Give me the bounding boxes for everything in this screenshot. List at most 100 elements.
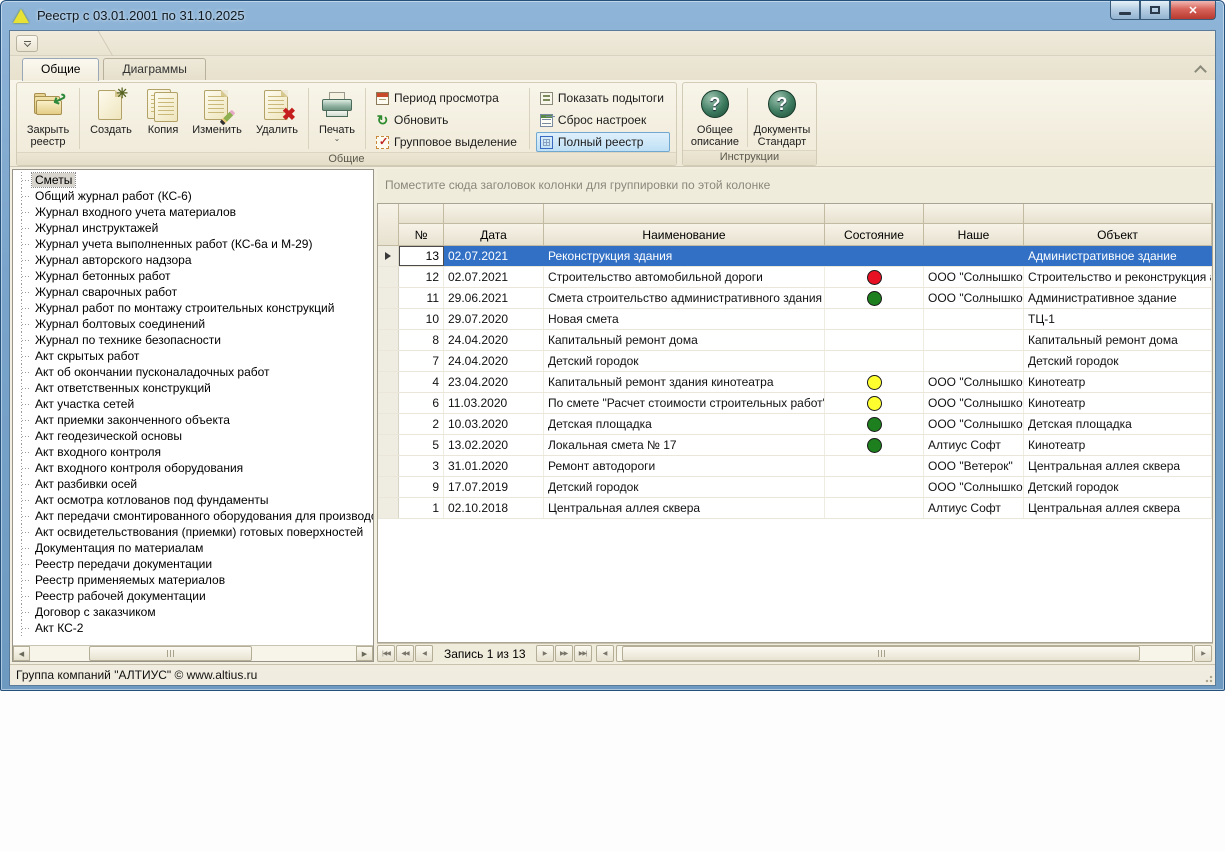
minimize-button[interactable] <box>1110 1 1140 20</box>
grid-scroll-right-icon[interactable]: ▶ <box>1194 645 1212 662</box>
cell-date[interactable]: 29.07.2020 <box>444 309 544 329</box>
cell-status[interactable] <box>825 372 924 392</box>
cell-object[interactable]: Кинотеатр <box>1024 372 1212 392</box>
cell-object[interactable]: Административное здание <box>1024 288 1212 308</box>
cell-num[interactable]: 3 <box>399 456 444 476</box>
scroll-right-icon[interactable]: ▶ <box>356 646 373 661</box>
nav-first-button[interactable]: |◀◀ <box>377 645 395 662</box>
cell-our[interactable]: ООО "Ветерок" <box>924 456 1024 476</box>
reset-settings-button[interactable]: Сброс настроек <box>536 110 670 130</box>
cell-date[interactable]: 29.06.2021 <box>444 288 544 308</box>
cell-num[interactable]: 7 <box>399 351 444 371</box>
group-selection-button[interactable]: Групповое выделение <box>372 132 523 152</box>
tree-item[interactable]: Журнал болтовых соединений <box>19 316 373 332</box>
column-header-3[interactable]: Состояние <box>825 224 924 245</box>
tree-item[interactable]: Сметы <box>19 172 373 188</box>
nav-prev-page-button[interactable]: ◀◀ <box>396 645 414 662</box>
tree-item[interactable]: Журнал работ по монтажу строительных кон… <box>19 300 373 316</box>
table-row[interactable]: 1029.07.2020Новая смета ТЦ-1 <box>378 309 1212 330</box>
tree-item[interactable]: Акт участка сетей <box>19 396 373 412</box>
cell-name[interactable]: Строительство автомобильной дороги <box>544 267 825 287</box>
cell-our[interactable]: Алтиус Софт <box>924 498 1024 518</box>
cell-our[interactable] <box>924 330 1024 350</box>
cell-name[interactable]: Детский городок <box>544 351 825 371</box>
cell-object[interactable]: Детский городок <box>1024 351 1212 371</box>
cell-status[interactable] <box>825 351 924 371</box>
tree-item[interactable]: Журнал авторского надзора <box>19 252 373 268</box>
cell-num[interactable]: 10 <box>399 309 444 329</box>
table-row[interactable]: 210.03.2020Детская площадкаООО "Солнышко… <box>378 414 1212 435</box>
close-registry-button[interactable]: ↩ Закрыть реестр <box>19 85 77 152</box>
cell-status[interactable] <box>825 414 924 434</box>
column-header-4[interactable]: Наше <box>924 224 1024 245</box>
close-button[interactable]: ✕ <box>1170 1 1216 20</box>
table-row[interactable]: 611.03.2020По смете "Расчет стоимости ст… <box>378 393 1212 414</box>
cell-object[interactable]: Центральная аллея сквера <box>1024 456 1212 476</box>
cell-name[interactable]: Капитальный ремонт здания кинотеатра <box>544 372 825 392</box>
cell-name[interactable]: Детская площадка <box>544 414 825 434</box>
group-by-panel[interactable]: Поместите сюда заголовок колонки для гру… <box>377 169 1213 203</box>
cell-name[interactable]: Детский городок <box>544 477 825 497</box>
tree-scroll-track[interactable] <box>30 646 356 661</box>
tree-item[interactable]: Журнал бетонных работ <box>19 268 373 284</box>
table-row[interactable]: 102.10.2018Центральная аллея сквераАлтиу… <box>378 498 1212 519</box>
documents-standard-button[interactable]: ? Документы Стандарт <box>750 85 814 150</box>
cell-status[interactable] <box>825 330 924 350</box>
cell-name[interactable]: Центральная аллея сквера <box>544 498 825 518</box>
tree-item[interactable]: Документация по материалам <box>19 540 373 556</box>
tree-item[interactable]: Реестр передачи документации <box>19 556 373 572</box>
cell-date[interactable]: 17.07.2019 <box>444 477 544 497</box>
cell-status[interactable] <box>825 393 924 413</box>
general-description-button[interactable]: ? Общее описание <box>685 85 745 150</box>
cell-num[interactable]: 12 <box>399 267 444 287</box>
grid-scroll-thumb[interactable] <box>622 646 1140 661</box>
tree-item[interactable]: Акт передачи смонтированного оборудовани… <box>19 508 373 524</box>
tree-item[interactable]: Реестр применяемых материалов <box>19 572 373 588</box>
cell-date[interactable]: 11.03.2020 <box>444 393 544 413</box>
cell-object[interactable]: Административное здание <box>1024 246 1212 266</box>
scroll-left-icon[interactable]: ◀ <box>13 646 30 661</box>
column-header-2[interactable]: Наименование <box>544 224 825 245</box>
cell-name[interactable]: Новая смета <box>544 309 825 329</box>
maximize-button[interactable] <box>1140 1 1170 20</box>
table-row[interactable]: 917.07.2019Детский городокООО "Солнышко"… <box>378 477 1212 498</box>
tab-common[interactable]: Общие <box>22 58 99 81</box>
cell-our[interactable] <box>924 246 1024 266</box>
tree-item[interactable]: Общий журнал работ (КС-6) <box>19 188 373 204</box>
tree-horizontal-scrollbar[interactable]: ◀ ▶ <box>13 645 373 661</box>
tree-item[interactable]: Реестр рабочей документации <box>19 588 373 604</box>
cell-object[interactable]: Центральная аллея сквера <box>1024 498 1212 518</box>
refresh-button[interactable]: ↻ Обновить <box>372 110 523 130</box>
cell-num[interactable]: 6 <box>399 393 444 413</box>
cell-num[interactable]: 1 <box>399 498 444 518</box>
cell-status[interactable] <box>825 288 924 308</box>
cell-our[interactable] <box>924 309 1024 329</box>
cell-object[interactable]: Кинотеатр <box>1024 435 1212 455</box>
cell-date[interactable]: 24.04.2020 <box>444 330 544 350</box>
print-button[interactable]: Печать ⌄ <box>311 85 363 152</box>
cell-status[interactable] <box>825 477 924 497</box>
cell-name[interactable]: Ремонт автодороги <box>544 456 825 476</box>
table-row[interactable]: 331.01.2020Ремонт автодорогиООО "Ветерок… <box>378 456 1212 477</box>
cell-date[interactable]: 02.07.2021 <box>444 267 544 287</box>
column-header-1[interactable]: Дата <box>444 224 544 245</box>
cell-num[interactable]: 5 <box>399 435 444 455</box>
cell-name[interactable]: Локальная смета № 17 <box>544 435 825 455</box>
cell-name[interactable]: По смете "Расчет стоимости строительных … <box>544 393 825 413</box>
cell-num[interactable]: 4 <box>399 372 444 392</box>
cell-object[interactable]: Детский городок <box>1024 477 1212 497</box>
table-row[interactable]: 513.02.2020Локальная смета № 17Алтиус Со… <box>378 435 1212 456</box>
cell-object[interactable]: ТЦ-1 <box>1024 309 1212 329</box>
cell-name[interactable]: Смета строительство административного зд… <box>544 288 825 308</box>
tree-item[interactable]: Акт разбивки осей <box>19 476 373 492</box>
tree-item[interactable]: Акт ответственных конструкций <box>19 380 373 396</box>
tree-item[interactable]: Акт об окончании пусконаладочных работ <box>19 364 373 380</box>
tree-item[interactable]: Акт осмотра котлованов под фундаменты <box>19 492 373 508</box>
cell-object[interactable]: Кинотеатр <box>1024 393 1212 413</box>
tree-item[interactable]: Журнал сварочных работ <box>19 284 373 300</box>
grid-scroll-left-icon[interactable]: ◀ <box>596 645 614 662</box>
tree-item[interactable]: Акт скрытых работ <box>19 348 373 364</box>
cell-date[interactable]: 24.04.2020 <box>444 351 544 371</box>
cell-our[interactable]: ООО "Солнышко" <box>924 288 1024 308</box>
create-button[interactable]: ✳ Создать <box>82 85 140 152</box>
